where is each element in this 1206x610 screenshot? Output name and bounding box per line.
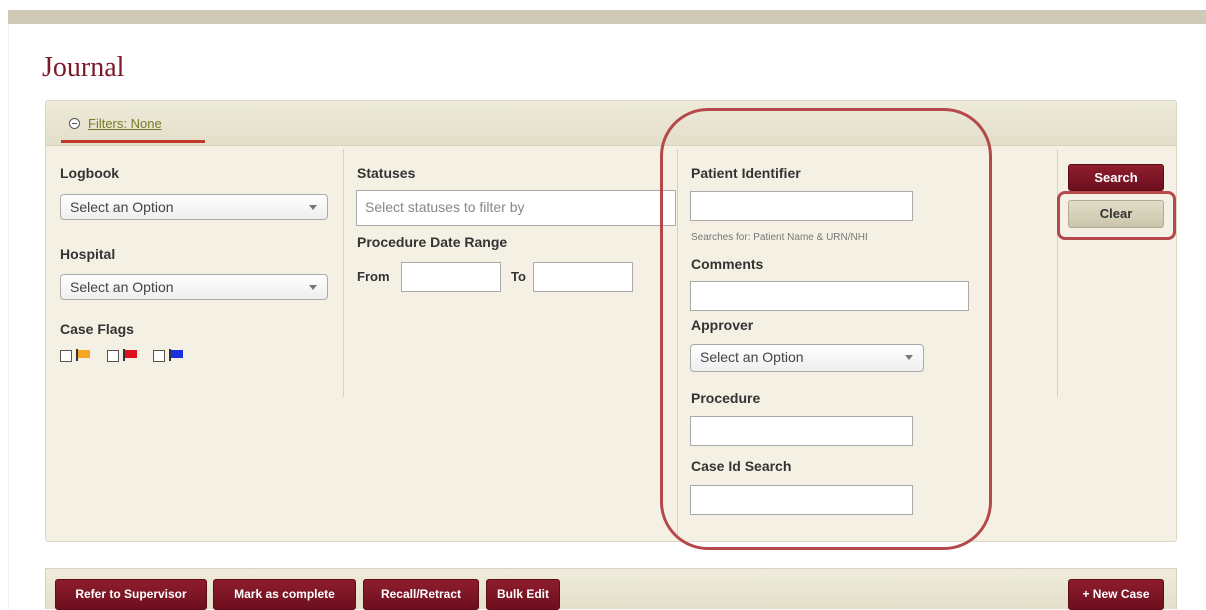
logbook-select[interactable]: Select an Option — [60, 194, 328, 220]
action-bar: Refer to Supervisor Mark as complete Rec… — [45, 568, 1177, 610]
hospital-label: Hospital — [60, 246, 116, 262]
filter-panel: Filters: None Logbook Select an Option H… — [45, 100, 1177, 542]
filters-annotation-underline — [61, 140, 205, 143]
case-flags-label: Case Flags — [60, 321, 134, 337]
to-label: To — [511, 269, 526, 284]
red-flag-icon — [123, 349, 137, 361]
hospital-select[interactable]: Select an Option — [60, 274, 328, 300]
logbook-label: Logbook — [60, 165, 120, 181]
date-range-label: Procedure Date Range — [357, 234, 508, 250]
collapse-icon[interactable] — [69, 118, 80, 129]
page-border — [8, 24, 9, 609]
red-flag-checkbox[interactable] — [107, 350, 119, 362]
page-title: Journal — [42, 52, 125, 83]
refer-to-supervisor-button[interactable]: Refer to Supervisor — [55, 579, 207, 610]
new-case-button[interactable]: + New Case — [1068, 579, 1164, 610]
recall-retract-button[interactable]: Recall/Retract — [363, 579, 479, 610]
blue-flag-icon — [169, 349, 183, 361]
orange-flag-checkbox[interactable] — [60, 350, 72, 362]
filters-toggle-link[interactable]: Filters: None — [88, 116, 162, 131]
column-divider — [1057, 149, 1058, 397]
bulk-edit-button[interactable]: Bulk Edit — [486, 579, 560, 610]
blue-flag-checkbox[interactable] — [153, 350, 165, 362]
filter-header[interactable]: Filters: None — [46, 101, 1176, 146]
annotation-oval — [660, 108, 992, 550]
header-strip — [8, 10, 1206, 24]
chevron-down-icon — [309, 205, 317, 210]
annotation-clear-box — [1057, 191, 1176, 240]
to-date-input[interactable] — [533, 262, 633, 292]
mark-complete-button[interactable]: Mark as complete — [213, 579, 356, 610]
search-button[interactable]: Search — [1068, 164, 1164, 191]
statuses-label: Statuses — [357, 165, 416, 181]
from-date-input[interactable] — [401, 262, 501, 292]
from-label: From — [357, 269, 390, 284]
orange-flag-icon — [76, 349, 90, 361]
logbook-select-value: Select an Option — [70, 199, 174, 215]
column-divider — [343, 149, 344, 397]
chevron-down-icon — [309, 285, 317, 290]
statuses-input[interactable]: Select statuses to filter by — [356, 190, 676, 226]
hospital-select-value: Select an Option — [70, 279, 174, 295]
